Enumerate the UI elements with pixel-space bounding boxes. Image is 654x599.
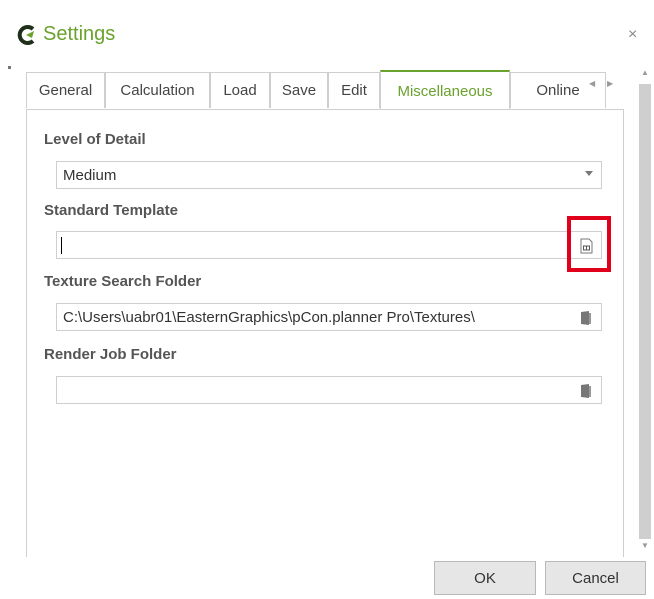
standard-template-label: Standard Template [44,202,178,219]
level-of-detail-select[interactable]: Medium [56,161,602,189]
scroll-up-icon[interactable]: ▲ [641,68,649,77]
tab-edit[interactable]: Edit [328,72,380,108]
tab-online[interactable]: Online [510,72,606,108]
close-icon[interactable]: × [628,26,637,44]
tab-scroll-left-icon[interactable]: ◀ [589,79,595,88]
text-caret [61,237,62,254]
render-job-folder-input[interactable] [56,376,602,404]
tab-load[interactable]: Load [210,72,270,108]
tab-miscellaneous[interactable]: Miscellaneous [380,70,510,110]
window-title: Settings [43,23,116,45]
window-titlebar: Settings × [0,0,654,70]
folder-browse-icon[interactable] [579,310,593,326]
cancel-button[interactable]: Cancel [545,561,646,595]
app-logo-icon [17,25,35,45]
texture-search-folder-label: Texture Search Folder [44,273,202,290]
standard-template-input[interactable] [56,231,602,259]
chevron-down-icon[interactable] [585,171,593,176]
render-job-folder-label: Render Job Folder [44,346,177,363]
template-button-highlight [567,216,611,272]
tab-scroll-right-icon[interactable]: ▶ [607,79,613,88]
scroll-down-icon[interactable]: ▼ [641,541,649,550]
resize-marker [8,66,11,69]
scrollbar-thumb[interactable] [639,84,651,539]
level-of-detail-value: Medium [63,167,117,184]
level-of-detail-label: Level of Detail [44,131,146,148]
texture-search-folder-input[interactable]: C:\Users\uabr01\EasternGraphics\pCon.pla… [56,303,602,331]
tab-save[interactable]: Save [270,72,328,108]
tab-calculation[interactable]: Calculation [105,72,210,108]
ok-button[interactable]: OK [434,561,536,595]
texture-search-folder-value: C:\Users\uabr01\EasternGraphics\pCon.pla… [63,309,475,326]
folder-browse-icon[interactable] [579,383,593,399]
tab-general[interactable]: General [26,72,105,108]
